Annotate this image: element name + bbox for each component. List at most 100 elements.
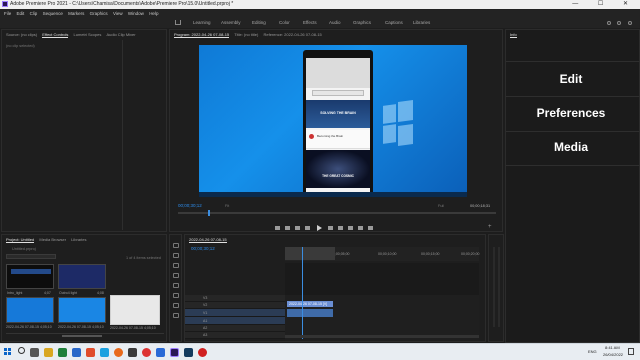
project-item-thumbnail[interactable] <box>6 297 54 323</box>
app-icon[interactable] <box>86 348 95 357</box>
app-icon[interactable] <box>72 348 81 357</box>
tab-program[interactable]: Program: 2022-04-26 07-08-15 <box>174 32 230 38</box>
pen-tool-icon[interactable] <box>173 293 179 298</box>
track-area[interactable]: 2022-04-26 07-08-15 [V] <box>285 247 479 341</box>
tab-project[interactable]: Project: Untitled <box>6 237 35 243</box>
program-timecode[interactable]: 00;00;30;12 <box>178 203 202 208</box>
workspace-libraries[interactable]: Libraries <box>413 18 430 28</box>
work-area-bar[interactable] <box>285 247 335 260</box>
timeline-timecode[interactable]: 00;00;30;12 <box>191 246 215 251</box>
timeline-playhead[interactable] <box>302 247 303 339</box>
workspace-effects[interactable]: Effects <box>303 18 317 28</box>
menu-markers[interactable]: Markers <box>68 11 84 16</box>
thumbnail-size-slider[interactable] <box>62 335 102 337</box>
app-icon[interactable] <box>198 348 207 357</box>
step-back-icon[interactable] <box>305 226 310 230</box>
menu-file[interactable]: File <box>4 11 11 16</box>
tab-source[interactable]: Source: (no clips) <box>6 32 37 37</box>
app-icon[interactable] <box>184 348 193 357</box>
task-view-icon[interactable] <box>30 348 39 357</box>
window-controls[interactable]: — ☐ ✕ <box>572 0 637 9</box>
program-video-frame[interactable]: SOLVING THE BRAIN Becoming the Brain THE… <box>199 45 467 197</box>
tab-info[interactable]: Info <box>510 32 517 38</box>
language-indicator[interactable]: ENG <box>588 349 597 354</box>
workspace-graphics[interactable]: Graphics <box>353 18 371 28</box>
monitor-scrubber[interactable] <box>178 212 496 214</box>
tab-lumetri-scopes[interactable]: Lumetri Scopes <box>74 32 102 37</box>
timeline-scrollbar[interactable] <box>285 335 479 338</box>
title-bar: Adobe Premiere Pro 2021 - C:\Users\Chami… <box>0 0 640 9</box>
tab-title[interactable]: Title: (no title) <box>234 32 258 37</box>
tab-reference[interactable]: Reference: 2022-04-26 07-08-15 <box>264 32 322 37</box>
menu-help[interactable]: Help <box>149 11 158 16</box>
type-tool-icon[interactable] <box>173 313 179 318</box>
export-frame-icon[interactable] <box>368 226 373 230</box>
panel-divider <box>122 40 123 230</box>
mark-out-icon[interactable] <box>285 226 290 230</box>
app-icon[interactable] <box>156 348 165 357</box>
workspace-editing[interactable]: Editing <box>252 18 266 28</box>
search-icon[interactable] <box>607 21 611 25</box>
app-icon[interactable] <box>128 348 137 357</box>
monitor-playhead[interactable] <box>208 210 210 216</box>
tab-audio-clip-mixer[interactable]: Audio Clip Mixer <box>106 32 135 37</box>
ripple-edit-tool-icon[interactable] <box>173 263 179 268</box>
video-clip[interactable]: 2022-04-26 07-08-15 [V] <box>287 301 333 307</box>
workspace-captions[interactable]: Captions <box>385 18 403 28</box>
lift-icon[interactable] <box>348 226 353 230</box>
tab-media-browser[interactable]: Media Browser <box>39 237 66 242</box>
clock-time[interactable]: 8:41 AM <box>605 345 620 350</box>
search-icon[interactable] <box>18 347 25 354</box>
extract-icon[interactable] <box>358 226 363 230</box>
razor-tool-icon[interactable] <box>173 273 179 278</box>
menu-view[interactable]: View <box>113 11 123 16</box>
workspace-audio[interactable]: Audio <box>329 18 341 28</box>
project-search-input[interactable] <box>6 254 56 259</box>
app-icon[interactable] <box>100 348 109 357</box>
notification-icon[interactable] <box>628 348 634 355</box>
tab-sequence[interactable]: 2022-04-26 07-08-15 <box>189 237 227 243</box>
tab-libraries[interactable]: Libraries <box>71 237 86 242</box>
share-icon[interactable] <box>617 21 621 25</box>
project-item-thumbnail[interactable] <box>58 264 106 289</box>
go-to-out-icon[interactable] <box>338 226 343 230</box>
project-item-thumbnail[interactable] <box>6 264 54 289</box>
windows-logo <box>383 99 413 149</box>
menu-window[interactable]: Window <box>128 11 144 16</box>
menu-clip[interactable]: Clip <box>30 11 38 16</box>
menu-edit[interactable]: Edit <box>17 11 25 16</box>
quality-dropdown[interactable]: Full <box>438 204 444 208</box>
tab-effect-controls[interactable]: Effect Controls <box>42 32 69 38</box>
workspace-color[interactable]: Color <box>279 18 290 28</box>
fullscreen-icon[interactable] <box>628 21 632 25</box>
add-button-icon[interactable]: + <box>488 224 492 230</box>
go-to-in-icon[interactable] <box>295 226 300 230</box>
step-forward-icon[interactable] <box>328 226 333 230</box>
meter-left <box>493 247 495 327</box>
file-explorer-icon[interactable] <box>44 348 53 357</box>
selection-tool-icon[interactable] <box>173 243 179 248</box>
firefox-icon[interactable] <box>114 348 123 357</box>
track-select-tool-icon[interactable] <box>173 253 179 258</box>
project-panel: Project: Untitled Media Browser Librarie… <box>1 234 167 342</box>
menu-sequence[interactable]: Sequence <box>43 11 63 16</box>
premiere-taskbar-icon[interactable] <box>170 348 179 357</box>
divider <box>506 131 640 132</box>
clock-date[interactable]: 26/04/2022 <box>603 352 623 357</box>
slip-tool-icon[interactable] <box>173 283 179 288</box>
project-item-thumbnail[interactable] <box>58 297 106 323</box>
play-icon[interactable] <box>317 225 322 231</box>
chrome-icon[interactable] <box>142 348 151 357</box>
fit-dropdown[interactable]: Fit <box>225 204 229 208</box>
hand-tool-icon[interactable] <box>173 303 179 308</box>
menu-graphics[interactable]: Graphics <box>90 11 108 16</box>
home-icon[interactable] <box>175 20 181 25</box>
workspace-learning[interactable]: Learning <box>193 18 211 28</box>
edit-label: Edit <box>559 72 583 86</box>
project-item-thumbnail-selected[interactable] <box>110 295 160 325</box>
mark-in-icon[interactable] <box>275 226 280 230</box>
app-icon[interactable] <box>58 348 67 357</box>
start-icon[interactable] <box>4 348 12 356</box>
audio-clip[interactable] <box>287 309 333 317</box>
workspace-assembly[interactable]: Assembly <box>221 18 241 28</box>
